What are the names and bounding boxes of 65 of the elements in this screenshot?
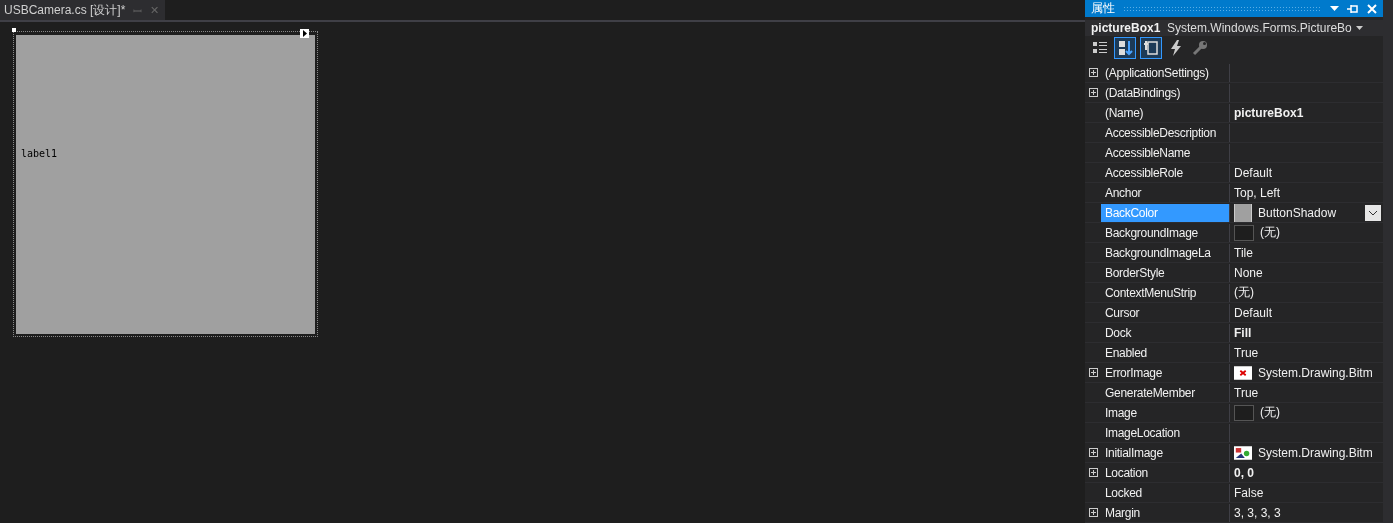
panel-title: 属性 (1091, 0, 1115, 17)
property-value[interactable]: (无) (1260, 224, 1280, 241)
property-name[interactable]: (Name) (1101, 103, 1229, 122)
property-name[interactable]: Locked (1101, 483, 1229, 502)
error-image-icon (1234, 365, 1252, 380)
image-swatch (1234, 224, 1254, 241)
property-name[interactable]: BorderStyle (1101, 263, 1229, 282)
image-icon (1234, 445, 1252, 460)
property-name[interactable]: ErrorImage (1101, 363, 1229, 382)
dropdown-icon[interactable] (1330, 5, 1339, 12)
property-name[interactable]: ContextMenuStrip (1101, 283, 1229, 302)
selection-handle[interactable] (12, 28, 16, 32)
expand-icon[interactable] (1088, 68, 1098, 77)
tab-title: USBCamera.cs [设计]* (4, 1, 126, 19)
property-name[interactable]: (DataBindings) (1101, 83, 1229, 102)
property-name[interactable]: BackgroundImage (1101, 223, 1229, 242)
property-name[interactable]: Enabled (1101, 343, 1229, 362)
property-value[interactable]: pictureBox1 (1234, 105, 1304, 120)
property-value[interactable]: System.Drawing.Bitm (1258, 365, 1373, 380)
expand-icon[interactable] (1088, 448, 1098, 457)
expand-icon[interactable] (1088, 508, 1098, 517)
property-value[interactable]: Default (1234, 165, 1273, 180)
pin-icon[interactable] (1347, 3, 1359, 14)
property-name[interactable]: Margin (1101, 503, 1229, 522)
property-name[interactable]: AccessibleName (1101, 143, 1229, 162)
property-name[interactable]: ImageLocation (1101, 423, 1229, 442)
property-value[interactable]: System.Drawing.Bitm (1258, 445, 1373, 460)
property-name[interactable]: InitialImage (1101, 443, 1229, 462)
property-name[interactable]: Image (1101, 403, 1229, 422)
property-name[interactable]: Location (1101, 463, 1229, 482)
smart-tag-icon[interactable] (300, 29, 309, 38)
expand-icon[interactable] (1088, 468, 1098, 477)
property-value[interactable]: True (1234, 345, 1259, 360)
properties-icon[interactable] (1141, 38, 1161, 58)
property-value[interactable]: False (1234, 485, 1264, 500)
close-icon[interactable] (1367, 3, 1377, 14)
property-name[interactable]: Dock (1101, 323, 1229, 342)
dropdown-button[interactable] (1365, 204, 1381, 221)
property-name[interactable]: BackgroundImageLa (1101, 243, 1229, 262)
property-value[interactable]: Fill (1234, 325, 1252, 340)
property-value[interactable]: 3, 3, 3, 3 (1234, 505, 1281, 520)
property-name[interactable]: (ApplicationSettings) (1101, 63, 1229, 82)
property-name[interactable]: Anchor (1101, 183, 1229, 202)
property-value[interactable]: True (1234, 385, 1259, 400)
property-name[interactable]: AccessibleRole (1101, 163, 1229, 182)
expand-icon[interactable] (1088, 368, 1098, 377)
property-value[interactable]: ButtonShadow (1258, 205, 1337, 220)
label-control[interactable]: label1 (21, 148, 58, 159)
property-name[interactable]: Cursor (1101, 303, 1229, 322)
object-selector[interactable]: pictureBox1 System.Windows.Forms.PictureBo (1085, 20, 1383, 36)
property-value[interactable]: Top, Left (1234, 185, 1281, 200)
property-value[interactable]: 0, 0 (1234, 465, 1254, 480)
property-value[interactable]: (无) (1260, 404, 1280, 421)
picture-box[interactable]: label1 (13, 31, 318, 337)
property-value[interactable]: Default (1234, 305, 1273, 320)
property-value[interactable]: None (1234, 265, 1263, 280)
property-value[interactable]: Tile (1234, 245, 1253, 260)
sort-alphabetical-icon[interactable] (1115, 38, 1135, 58)
property-value[interactable]: (无) (1234, 284, 1254, 301)
property-name[interactable]: GenerateMember (1101, 383, 1229, 402)
property-name[interactable]: AccessibleDescription (1101, 123, 1229, 142)
expand-icon[interactable] (1088, 88, 1098, 97)
image-swatch (1234, 404, 1254, 421)
wrench-icon[interactable] (1191, 39, 1209, 57)
caret-icon[interactable] (1355, 26, 1363, 30)
